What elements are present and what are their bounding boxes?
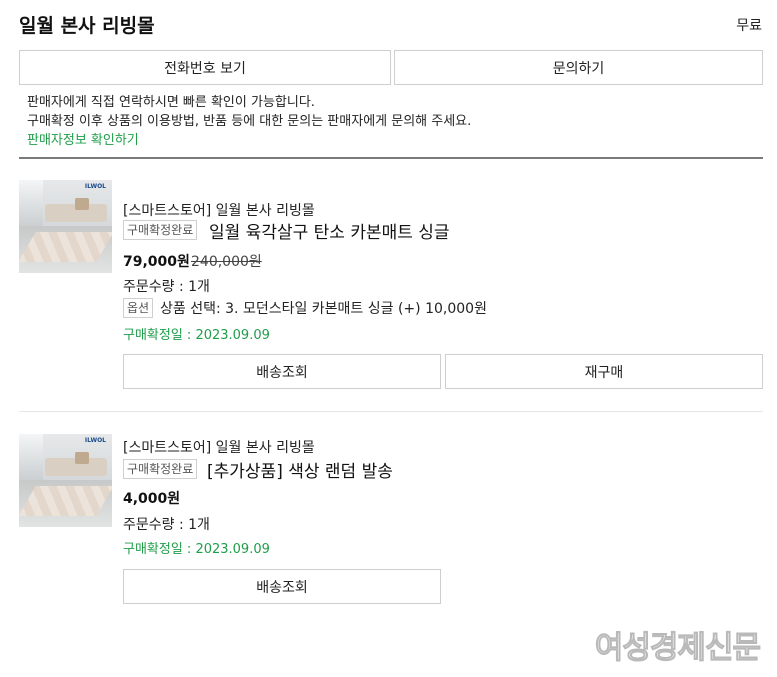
notice-line-1: 판매자에게 직접 연락하시면 빠른 확인이 가능합니다. <box>27 95 315 110</box>
store-name[interactable]: [스마트스토어] 일월 본사 리빙몰 <box>123 437 315 457</box>
tracking-button[interactable]: 배송조회 <box>123 569 441 604</box>
header: 일월 본사 리빙몰 무료 <box>19 11 762 39</box>
section-divider <box>19 157 763 159</box>
reorder-button[interactable]: 재구매 <box>445 354 763 389</box>
option-badge: 옵션 <box>123 298 154 318</box>
store-title[interactable]: 일월 본사 리빙몰 <box>19 11 155 38</box>
seller-info-link[interactable]: 판매자정보 확인하기 <box>27 131 471 150</box>
watermark: 여성경제신문 <box>594 630 761 667</box>
product-name[interactable]: 일월 육각살구 탄소 카본매트 싱글 <box>209 218 450 243</box>
notice-line-2: 구매확정 이후 상품의 이용방법, 반품 등에 대한 문의는 판매자에게 문의해… <box>27 114 472 129</box>
order-divider <box>19 411 763 412</box>
tracking-button[interactable]: 배송조회 <box>123 354 441 389</box>
product-name[interactable]: [추가상품] 색상 랜덤 발송 <box>207 457 393 482</box>
status-badge: 구매확정완료 <box>123 220 198 240</box>
inquiry-button[interactable]: 문의하기 <box>394 50 763 85</box>
option-text: 상품 선택: 3. 모던스타일 카본매트 싱글 (+) 10,000원 <box>160 301 487 317</box>
original-price: 240,000원 <box>191 254 262 270</box>
brand-logo-icon: ILWOL <box>84 183 106 190</box>
product-price: 4,000원 <box>123 491 181 507</box>
order-quantity: 주문수량 : 1개 <box>123 517 210 533</box>
product-thumbnail[interactable]: ILWOL <box>19 434 112 527</box>
brand-logo-icon: ILWOL <box>84 437 106 444</box>
phone-number-button[interactable]: 전화번호 보기 <box>19 50 391 85</box>
product-thumbnail[interactable]: ILWOL <box>19 180 112 273</box>
product-price: 79,000원 <box>123 254 190 270</box>
status-badge: 구매확정완료 <box>123 459 198 479</box>
seller-notice: 판매자에게 직접 연락하시면 빠른 확인이 가능합니다. 구매확정 이후 상품의… <box>27 93 471 150</box>
confirm-date: 구매확정일 : 2023.09.09 <box>123 328 270 343</box>
store-name[interactable]: [스마트스토어] 일월 본사 리빙몰 <box>123 200 315 220</box>
confirm-date: 구매확정일 : 2023.09.09 <box>123 542 270 557</box>
shipping-fee: 무료 <box>736 18 762 34</box>
order-quantity: 주문수량 : 1개 <box>123 279 210 295</box>
